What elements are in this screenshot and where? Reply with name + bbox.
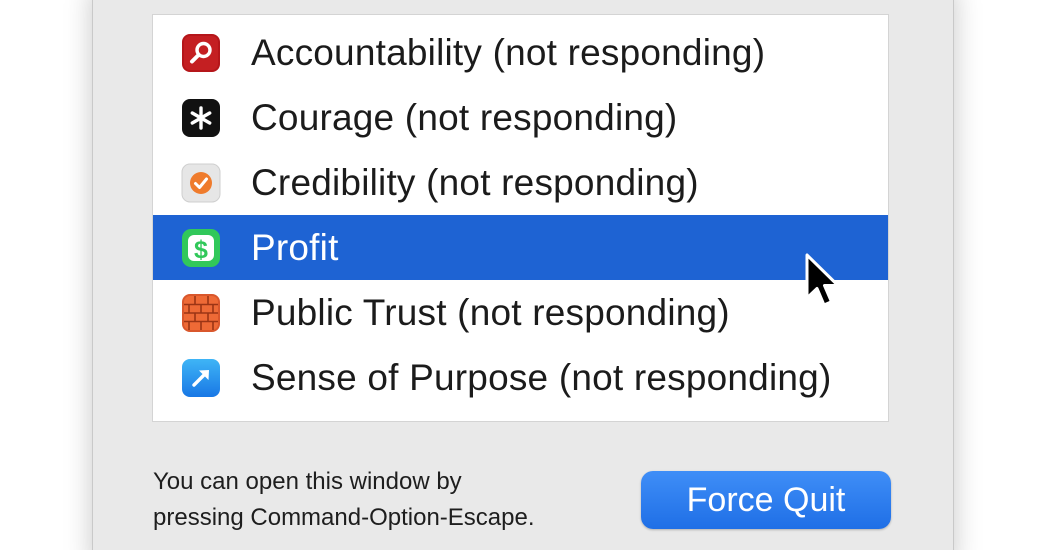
- app-name: Sense of Purpose (not responding): [251, 356, 832, 398]
- shortcut-hint: You can open this window by pressing Com…: [153, 464, 623, 536]
- credibility-app-icon: [181, 163, 221, 202]
- app-row-accountability[interactable]: Accountability (not responding): [153, 20, 888, 85]
- app-row-sense-of-purpose[interactable]: Sense of Purpose (not responding): [153, 345, 888, 410]
- app-row-courage[interactable]: Courage (not responding): [153, 85, 888, 150]
- sense-of-purpose-app-icon: [182, 358, 220, 397]
- app-name: Profit: [251, 226, 339, 268]
- mouse-cursor-icon: [805, 253, 840, 307]
- app-name: Courage (not responding): [251, 96, 678, 138]
- hint-line: pressing Command-Option-Escape.: [153, 504, 535, 531]
- courage-app-icon: [182, 98, 220, 137]
- profit-app-icon: $: [182, 228, 220, 267]
- force-quit-button[interactable]: Force Quit: [641, 471, 891, 529]
- page: Accountability (not responding) Courage …: [0, 0, 1050, 550]
- app-name: Credibility (not responding): [251, 161, 699, 203]
- accountability-app-icon: [182, 33, 220, 72]
- app-name: Accountability (not responding): [251, 31, 766, 73]
- svg-text:$: $: [194, 236, 208, 264]
- app-name: Public Trust (not responding): [251, 291, 730, 333]
- app-row-profit[interactable]: $ Profit: [153, 215, 888, 280]
- hint-line: You can open this window by: [153, 468, 462, 495]
- app-row-public-trust[interactable]: Public Trust (not responding): [153, 280, 888, 345]
- app-row-credibility[interactable]: Credibility (not responding): [153, 150, 888, 215]
- public-trust-app-icon: [182, 293, 220, 332]
- app-list[interactable]: Accountability (not responding) Courage …: [152, 14, 889, 422]
